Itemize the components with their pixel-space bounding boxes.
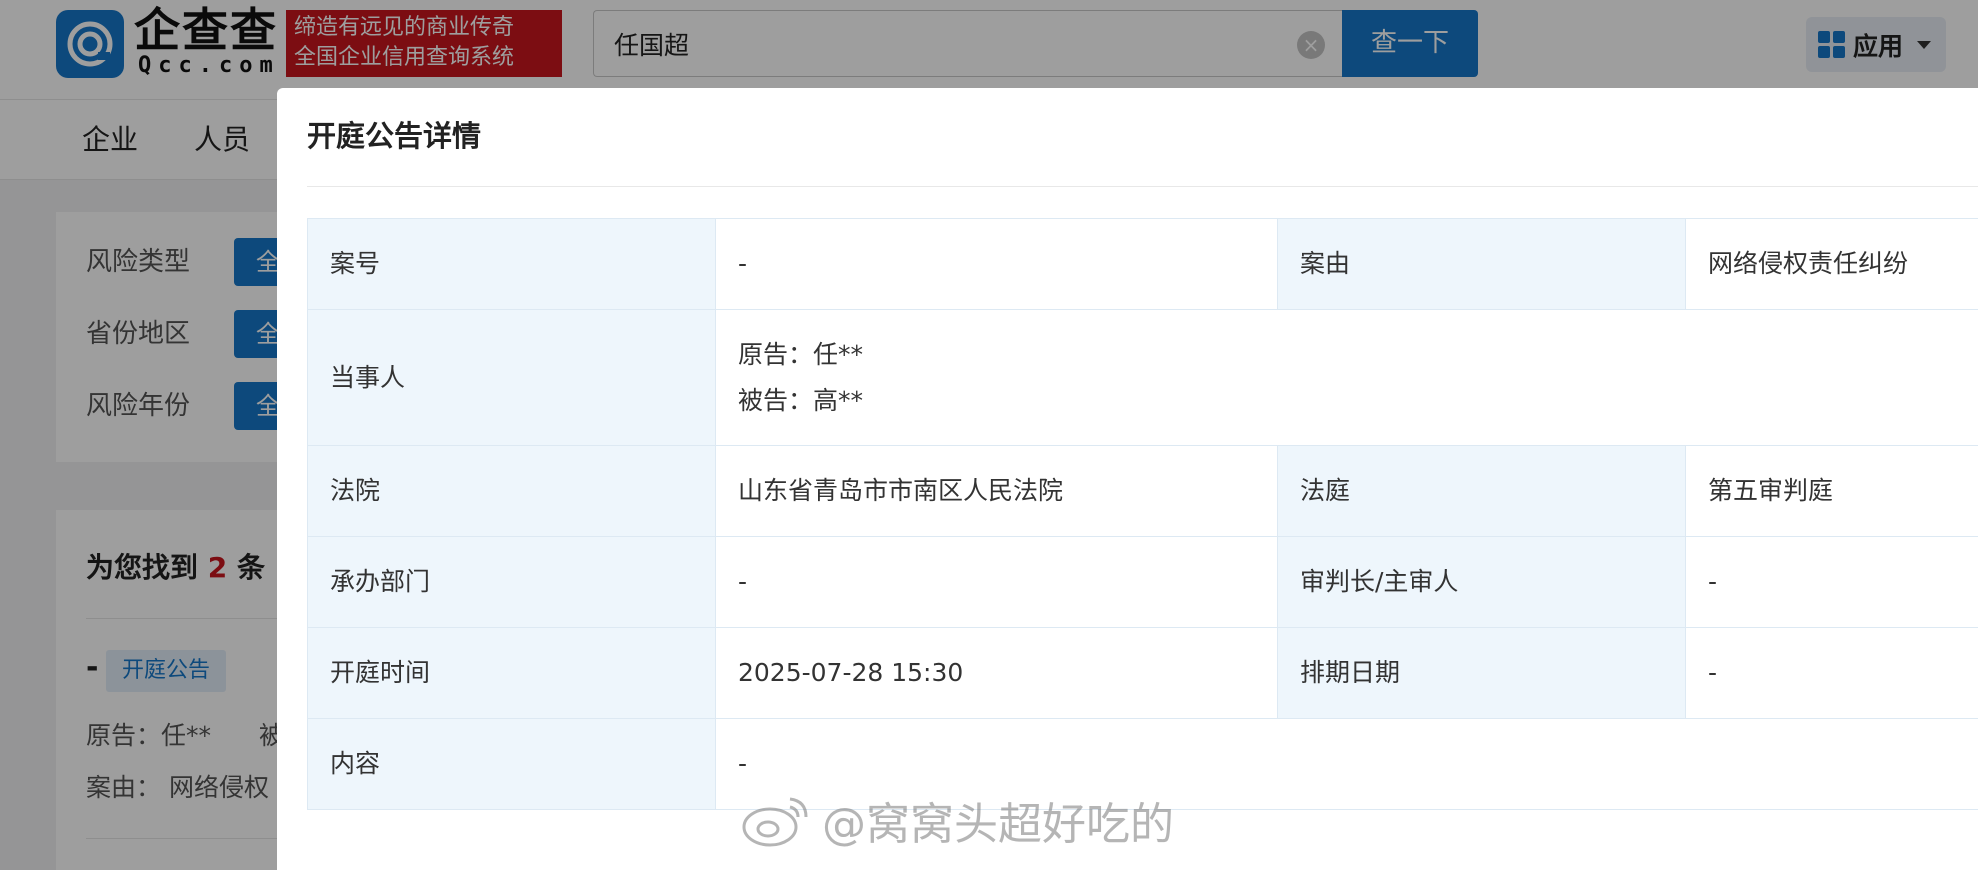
- value-judge: -: [1685, 536, 1978, 628]
- value-department: -: [715, 536, 1278, 628]
- label-schedule-date: 排期日期: [1277, 627, 1686, 719]
- weibo-watermark: @窝窝头超好吃的: [740, 788, 1174, 852]
- label-case-number: 案号: [307, 218, 716, 310]
- value-court[interactable]: 山东省青岛市市南区人民法院: [715, 445, 1278, 537]
- table-row: 案号 - 案由 网络侵权责任纠纷: [307, 218, 1978, 310]
- table-row: 承办部门 - 审判长/主审人 -: [307, 536, 1978, 628]
- court-notice-detail-modal: 开庭公告详情 案号 - 案由 网络侵权责任纠纷 当事人 原告：任** 被告：高*…: [277, 88, 1978, 870]
- label-content: 内容: [307, 718, 716, 810]
- table-row: 开庭时间 2025-07-28 15:30 排期日期 -: [307, 627, 1978, 719]
- weibo-icon: [742, 797, 808, 847]
- plaintiff-text: 原告：任**: [738, 339, 864, 369]
- value-courtroom: 第五审判庭: [1685, 445, 1978, 537]
- value-parties: 原告：任** 被告：高**: [715, 309, 1978, 446]
- label-courtroom: 法庭: [1277, 445, 1686, 537]
- value-schedule-date: -: [1685, 627, 1978, 719]
- label-hearing-time: 开庭时间: [307, 627, 716, 719]
- modal-title: 开庭公告详情: [307, 119, 482, 153]
- defendant-text: 被告：高**: [738, 385, 864, 415]
- value-cause: 网络侵权责任纠纷: [1685, 218, 1978, 310]
- label-cause: 案由: [1277, 218, 1686, 310]
- label-judge: 审判长/主审人: [1277, 536, 1686, 628]
- label-parties: 当事人: [307, 309, 716, 446]
- watermark-text: @窝窝头超好吃的: [822, 799, 1174, 850]
- divider: [307, 186, 1978, 187]
- table-row: 法院 山东省青岛市市南区人民法院 法庭 第五审判庭: [307, 445, 1978, 537]
- label-court: 法院: [307, 445, 716, 537]
- value-hearing-time: 2025-07-28 15:30: [715, 627, 1278, 719]
- value-case-number: -: [715, 218, 1278, 310]
- detail-table: 案号 - 案由 网络侵权责任纠纷 当事人 原告：任** 被告：高** 法院 山东…: [307, 218, 1978, 810]
- table-row: 当事人 原告：任** 被告：高**: [307, 309, 1978, 446]
- label-department: 承办部门: [307, 536, 716, 628]
